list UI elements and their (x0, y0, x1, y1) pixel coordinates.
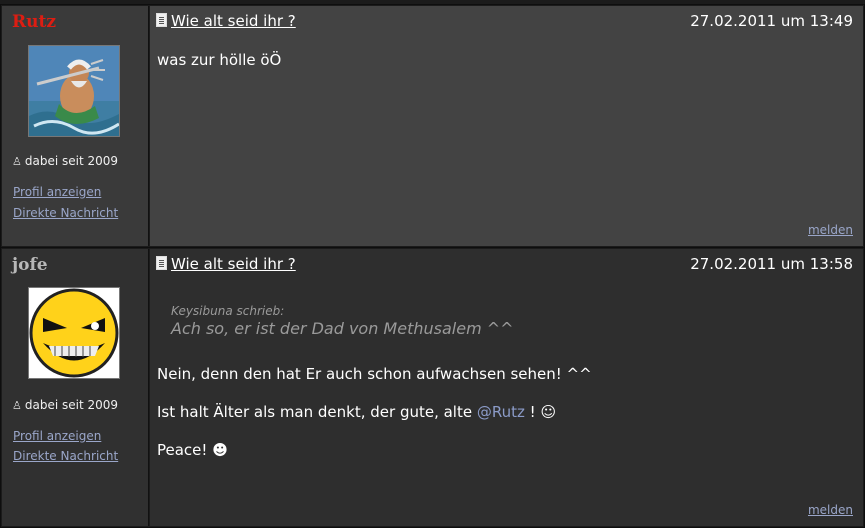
member-since-label: dabei seit 2009 (24, 398, 119, 412)
member-since-label: dabei seit 2009 (24, 154, 119, 168)
post-body: was zur hölle öÖ (157, 51, 282, 69)
post-author-sidebar: jofe ♙ dabei seit 2009 Profil anzeigen D… (2, 249, 149, 526)
username[interactable]: Rutz (12, 12, 56, 32)
quote-text: Ach so, er ist der Dad von Methusalem ^^ (171, 319, 514, 338)
document-icon (156, 13, 167, 27)
report-link[interactable]: melden (808, 503, 853, 517)
report-link[interactable]: melden (808, 223, 853, 237)
post-title-link[interactable]: Wie alt seid ihr ? (171, 12, 296, 30)
profile-link[interactable]: Profil anzeigen (13, 185, 101, 199)
user-mention-link[interactable]: @Rutz (477, 403, 525, 421)
member-since: ♙ dabei seit 2009 (12, 398, 118, 412)
post: jofe ♙ dabei seit 2009 Profil anzeigen D… (0, 247, 865, 528)
profile-link[interactable]: Profil anzeigen (13, 429, 101, 443)
document-icon (156, 256, 167, 270)
post-body-line: Ist halt Älter als man denkt, der gute, … (157, 403, 556, 421)
user-icon: ♙ (12, 155, 22, 168)
post-title: Wie alt seid ihr ? (156, 255, 296, 273)
quote-author: Keysibuna schrieb: (171, 304, 285, 318)
post-content: Wie alt seid ihr ? 27.02.2011 um 13:58 K… (150, 249, 863, 526)
member-since: ♙ dabei seit 2009 (12, 154, 118, 168)
post-date: 27.02.2011 um 13:49 (690, 12, 853, 30)
post-body-text: Ist halt Älter als man denkt, der gute, … (157, 403, 473, 421)
post-author-sidebar: Rutz ♙ dabei seit 2009 Profil anzeigen D… (2, 6, 149, 246)
username[interactable]: jofe (12, 255, 48, 275)
forum-thread: Rutz ♙ dabei seit 2009 Profil anzeigen D… (0, 0, 865, 528)
direct-message-link[interactable]: Direkte Nachricht (13, 206, 118, 220)
direct-message-link[interactable]: Direkte Nachricht (13, 449, 118, 463)
post-date: 27.02.2011 um 13:58 (690, 255, 853, 273)
post-body-line: Peace! ☻ (157, 441, 228, 459)
avatar[interactable] (28, 45, 120, 137)
post-title-link[interactable]: Wie alt seid ihr ? (171, 255, 296, 273)
post-title: Wie alt seid ihr ? (156, 12, 296, 30)
post-body-text: ! ☺ (529, 403, 557, 421)
avatar[interactable] (28, 287, 120, 379)
post: Rutz ♙ dabei seit 2009 Profil anzeigen D… (0, 4, 865, 248)
user-icon: ♙ (12, 399, 22, 412)
post-content: Wie alt seid ihr ? 27.02.2011 um 13:49 w… (150, 6, 863, 246)
post-body-line: Nein, denn den hat Er auch schon aufwach… (157, 365, 592, 383)
